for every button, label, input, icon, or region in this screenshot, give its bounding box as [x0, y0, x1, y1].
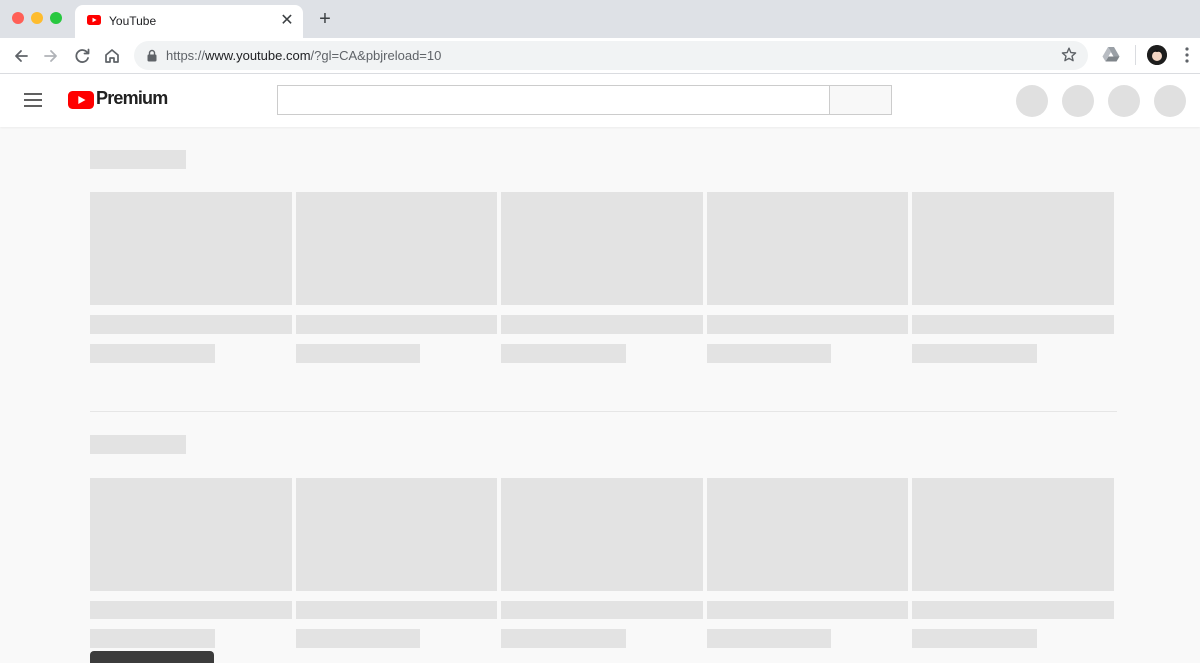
- video-title-placeholder: [90, 601, 292, 619]
- video-meta-placeholder: [707, 629, 831, 648]
- tab-close-icon[interactable]: ✕: [279, 13, 295, 29]
- shelf-title-placeholder: [90, 150, 186, 169]
- reload-icon[interactable]: [71, 45, 93, 67]
- video-thumbnail-placeholder: [501, 478, 703, 591]
- url-host: www.youtube.com: [205, 48, 311, 63]
- video-thumbnail-placeholder: [912, 478, 1114, 591]
- browser-tab-strip: YouTube ✕ +: [0, 0, 1200, 38]
- video-thumbnail-placeholder: [912, 192, 1114, 305]
- video-meta-placeholder: [90, 629, 215, 648]
- video-thumbnail-placeholder: [707, 478, 908, 591]
- masthead-button-placeholder[interactable]: [1154, 85, 1186, 117]
- search-input[interactable]: [277, 85, 831, 115]
- back-arrow-icon[interactable]: [10, 45, 32, 67]
- window-maximize-button[interactable]: [50, 12, 62, 24]
- video-title-placeholder: [501, 315, 703, 334]
- video-meta-placeholder: [912, 629, 1037, 648]
- toast-placeholder: [90, 651, 214, 663]
- toolbar-divider: [1135, 45, 1136, 65]
- profile-avatar[interactable]: [1147, 45, 1167, 65]
- window-close-button[interactable]: [12, 12, 24, 24]
- video-title-placeholder: [90, 315, 292, 334]
- youtube-logo-icon[interactable]: [68, 91, 94, 109]
- video-title-placeholder: [707, 315, 908, 334]
- video-title-placeholder: [912, 601, 1114, 619]
- youtube-masthead: Premium: [0, 74, 1200, 127]
- video-meta-placeholder: [912, 344, 1037, 363]
- video-thumbnail-placeholder: [90, 192, 292, 305]
- brand-wordmark[interactable]: Premium: [96, 88, 168, 109]
- home-icon[interactable]: [101, 45, 123, 67]
- url-scheme: https://: [166, 48, 206, 63]
- video-thumbnail-placeholder: [296, 478, 497, 591]
- video-meta-placeholder: [296, 629, 420, 648]
- browser-toolbar: https://www.youtube.com/?gl=CA&pbjreload…: [0, 38, 1200, 74]
- video-meta-placeholder: [707, 344, 831, 363]
- video-thumbnail-placeholder: [296, 192, 497, 305]
- address-bar[interactable]: https://www.youtube.com/?gl=CA&pbjreload…: [134, 41, 1088, 70]
- video-title-placeholder: [707, 601, 908, 619]
- address-url: https://www.youtube.com/?gl=CA&pbjreload…: [166, 48, 441, 63]
- masthead-button-placeholder[interactable]: [1062, 85, 1094, 117]
- forward-arrow-icon[interactable]: [40, 45, 62, 67]
- bookmark-star-icon[interactable]: [1060, 46, 1078, 64]
- video-title-placeholder: [296, 315, 497, 334]
- url-path: /?gl=CA&pbjreload=10: [310, 48, 442, 63]
- guide-menu-icon[interactable]: [24, 93, 42, 107]
- video-meta-placeholder: [501, 629, 626, 648]
- video-meta-placeholder: [501, 344, 626, 363]
- lock-icon: [147, 49, 157, 62]
- video-thumbnail-placeholder: [707, 192, 908, 305]
- tab-title: YouTube: [109, 14, 157, 28]
- masthead-button-placeholder[interactable]: [1108, 85, 1140, 117]
- video-meta-placeholder: [296, 344, 420, 363]
- video-title-placeholder: [501, 601, 703, 619]
- browser-tab[interactable]: YouTube ✕: [75, 5, 303, 38]
- new-tab-button[interactable]: +: [315, 9, 335, 29]
- search-button[interactable]: [829, 85, 892, 115]
- video-title-placeholder: [912, 315, 1114, 334]
- google-drive-extension-icon[interactable]: [1102, 46, 1120, 62]
- video-title-placeholder: [296, 601, 497, 619]
- video-thumbnail-placeholder: [90, 478, 292, 591]
- shelf-title-placeholder: [90, 435, 186, 454]
- shelf-divider: [90, 411, 1117, 412]
- masthead-button-placeholder[interactable]: [1016, 85, 1048, 117]
- youtube-favicon-icon: [87, 15, 101, 25]
- video-thumbnail-placeholder: [501, 192, 703, 305]
- browser-menu-icon[interactable]: [1179, 45, 1195, 65]
- window-minimize-button[interactable]: [31, 12, 43, 24]
- video-meta-placeholder: [90, 344, 215, 363]
